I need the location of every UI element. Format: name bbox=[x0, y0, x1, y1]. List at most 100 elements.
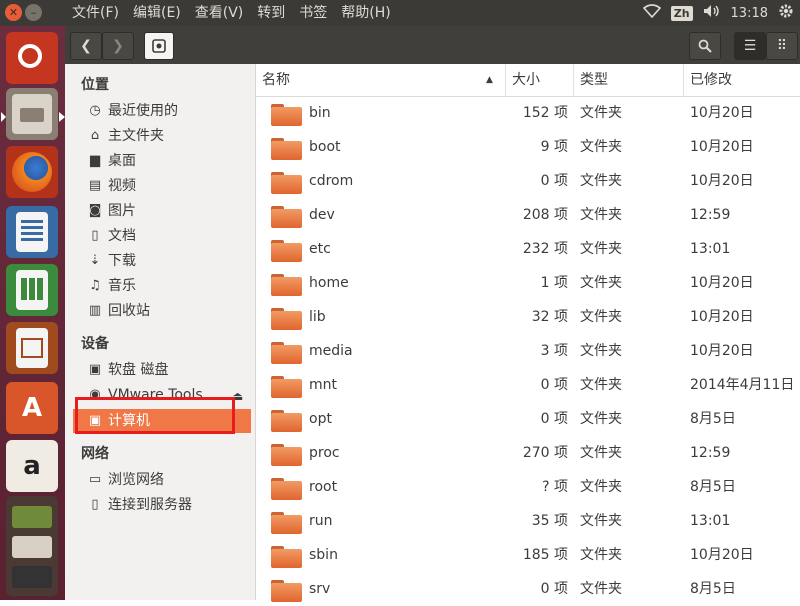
sidebar-item-label: 视频 bbox=[108, 178, 136, 194]
column-type-header[interactable]: 类型 bbox=[574, 64, 684, 96]
sidebar-item-floppy[interactable]: ▣ 软盘 磁盘 bbox=[87, 358, 247, 382]
file-type: 文件夹 bbox=[580, 309, 622, 325]
grid-view-button[interactable]: ⠿ bbox=[766, 32, 798, 60]
forward-button[interactable]: ❯ bbox=[102, 32, 134, 60]
file-name: dev bbox=[309, 207, 335, 223]
file-modified: 12:59 bbox=[690, 207, 731, 223]
window-close-button[interactable]: ✕ bbox=[5, 4, 22, 21]
clock[interactable]: 13:18 bbox=[731, 6, 768, 21]
sidebar-item-recent[interactable]: ◷ 最近使用的 bbox=[87, 99, 247, 123]
music-icon: ♫ bbox=[89, 278, 101, 293]
file-type: 文件夹 bbox=[580, 581, 622, 597]
column-size-header[interactable]: 大小 bbox=[506, 64, 574, 96]
menu-help[interactable]: 帮助(H) bbox=[341, 0, 390, 26]
table-row[interactable]: opt 0 项文件夹 8月5日 bbox=[256, 402, 800, 436]
file-name: srv bbox=[309, 581, 331, 597]
sidebar-item-downloads[interactable]: ⇣ 下载 bbox=[87, 249, 247, 273]
menu-view[interactable]: 查看(V) bbox=[195, 0, 244, 26]
table-row[interactable]: root ? 项文件夹 8月5日 bbox=[256, 470, 800, 504]
file-name: sbin bbox=[309, 547, 338, 563]
amazon-icon[interactable]: a bbox=[6, 440, 58, 492]
ubuntu-software-icon[interactable]: A bbox=[6, 382, 58, 434]
file-size: 3 项 bbox=[540, 343, 568, 359]
menu-edit[interactable]: 编辑(E) bbox=[133, 0, 181, 26]
file-name: etc bbox=[309, 241, 331, 257]
table-row[interactable]: home 1 项文件夹 10月20日 bbox=[256, 266, 800, 300]
table-row[interactable]: bin 152 项文件夹 10月20日 bbox=[256, 96, 800, 130]
sidebar-item-label: 软盘 磁盘 bbox=[108, 362, 169, 378]
search-button[interactable] bbox=[689, 32, 721, 60]
folder-icon bbox=[271, 104, 302, 126]
files-app-icon[interactable] bbox=[6, 88, 58, 140]
search-icon bbox=[698, 39, 712, 53]
file-name: cdrom bbox=[309, 173, 354, 189]
sort-ascending-icon: ▲ bbox=[486, 75, 493, 85]
back-button[interactable]: ❮ bbox=[70, 32, 102, 60]
file-type: 文件夹 bbox=[580, 513, 622, 529]
table-row[interactable]: mnt 0 项文件夹 2014年4月11日 bbox=[256, 368, 800, 402]
settings-gear-icon[interactable] bbox=[778, 3, 794, 23]
file-name: bin bbox=[309, 105, 331, 121]
sidebar-item-documents[interactable]: ▯ 文档 bbox=[87, 224, 247, 248]
libreoffice-calc-icon[interactable] bbox=[6, 264, 58, 316]
table-row[interactable]: run 35 项文件夹 13:01 bbox=[256, 504, 800, 538]
input-method-indicator[interactable]: Zh bbox=[670, 5, 693, 21]
file-type: 文件夹 bbox=[580, 139, 622, 155]
sidebar-item-music[interactable]: ♫ 音乐 bbox=[87, 274, 247, 298]
folder-icon bbox=[271, 376, 302, 398]
window-minimize-button[interactable]: – bbox=[25, 4, 42, 21]
file-modified: 10月20日 bbox=[690, 275, 754, 291]
volume-icon[interactable] bbox=[703, 4, 721, 22]
sidebar-item-browse-network[interactable]: ▭ 浏览网络 bbox=[87, 468, 247, 492]
sidebar-item-videos[interactable]: ▤ 视频 bbox=[87, 174, 247, 198]
sidebar-item-home[interactable]: ⌂ 主文件夹 bbox=[87, 124, 247, 148]
table-row[interactable]: etc 232 项文件夹 13:01 bbox=[256, 232, 800, 266]
column-modified-header[interactable]: 已修改 bbox=[684, 64, 800, 96]
sidebar-item-computer[interactable]: ▣ 计算机 bbox=[73, 409, 251, 433]
folder-icon bbox=[271, 342, 302, 364]
libreoffice-impress-icon[interactable] bbox=[6, 322, 58, 374]
libreoffice-writer-icon[interactable] bbox=[6, 206, 58, 258]
firefox-icon[interactable] bbox=[6, 146, 58, 198]
folder-icon bbox=[271, 138, 302, 160]
sidebar-item-label: 回收站 bbox=[108, 303, 150, 319]
file-size: 0 项 bbox=[540, 377, 568, 393]
sidebar-item-connect-server[interactable]: ▯ 连接到服务器 bbox=[87, 493, 247, 517]
home-icon: ⌂ bbox=[90, 128, 100, 143]
file-type: 文件夹 bbox=[580, 241, 622, 257]
column-label: 名称 bbox=[262, 72, 290, 88]
folder-icon bbox=[271, 308, 302, 330]
file-type: 文件夹 bbox=[580, 479, 622, 495]
sidebar-item-trash[interactable]: ▥ 回收站 bbox=[87, 299, 247, 323]
camera-icon: ◙ bbox=[88, 203, 102, 218]
table-row[interactable]: srv 0 项文件夹 8月5日 bbox=[256, 572, 800, 606]
table-row[interactable]: sbin 185 项文件夹 10月20日 bbox=[256, 538, 800, 572]
file-name: home bbox=[309, 275, 349, 291]
list-view-button[interactable]: ☰ bbox=[734, 32, 766, 60]
sidebar-item-pictures[interactable]: ◙ 图片 bbox=[87, 199, 247, 223]
menu-file[interactable]: 文件(F) bbox=[72, 0, 119, 26]
table-row[interactable]: boot 9 项文件夹 10月20日 bbox=[256, 130, 800, 164]
sidebar-item-desktop[interactable]: ▆ 桌面 bbox=[87, 149, 247, 173]
wifi-icon[interactable] bbox=[642, 4, 661, 22]
sidebar-item-vmware-tools[interactable]: ◉ VMware Tools bbox=[87, 383, 247, 407]
more-apps-stack[interactable] bbox=[6, 496, 58, 596]
table-row[interactable]: cdrom 0 项文件夹 10月20日 bbox=[256, 164, 800, 198]
menu-go[interactable]: 转到 bbox=[257, 0, 285, 26]
eject-icon[interactable]: ⏏ bbox=[232, 389, 243, 403]
file-list-view: 名称 ▲ 大小 类型 已修改 bin 152 项文件夹 10月20日 boot 9 项文件… bbox=[256, 64, 800, 602]
app-menu: 文件(F) 编辑(E) 查看(V) 转到 书签 帮助(H) bbox=[72, 0, 391, 26]
column-name-header[interactable]: 名称 ▲ bbox=[256, 64, 506, 96]
file-size: 9 项 bbox=[540, 139, 568, 155]
menu-bookmarks[interactable]: 书签 bbox=[299, 0, 327, 26]
table-row[interactable]: media 3 项文件夹 10月20日 bbox=[256, 334, 800, 368]
file-type: 文件夹 bbox=[580, 547, 622, 563]
table-row[interactable]: dev 208 项文件夹 12:59 bbox=[256, 198, 800, 232]
table-row[interactable]: proc 270 项文件夹 12:59 bbox=[256, 436, 800, 470]
sidebar-item-label: 文档 bbox=[108, 228, 136, 244]
file-type: 文件夹 bbox=[580, 445, 622, 461]
breadcrumb-computer[interactable] bbox=[144, 32, 174, 60]
ubuntu-dash-icon[interactable] bbox=[6, 32, 58, 84]
sidebar-item-label: 最近使用的 bbox=[108, 103, 178, 119]
table-row[interactable]: lib 32 项文件夹 10月20日 bbox=[256, 300, 800, 334]
